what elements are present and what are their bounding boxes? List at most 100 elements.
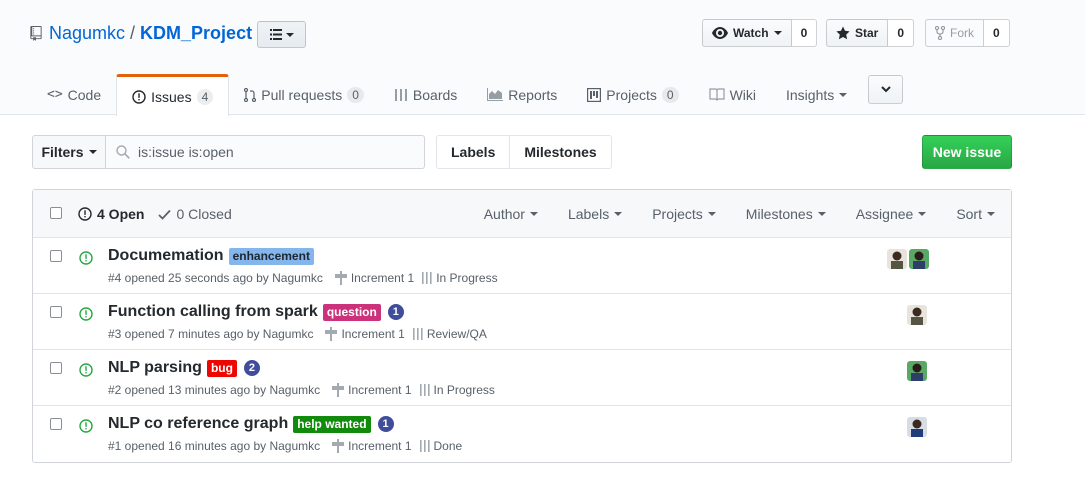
- milestone-icon: [332, 439, 345, 453]
- tab-issues[interactable]: Issues 4: [116, 74, 230, 116]
- closed-issues-link[interactable]: 0 Closed: [158, 206, 232, 222]
- issue-milestone[interactable]: Increment 1: [334, 271, 415, 285]
- fork-label: Fork: [950, 26, 974, 40]
- filter-menus: Author Labels Projects Milestones Assign…: [484, 206, 995, 222]
- repo-owner-link[interactable]: Nagumkc: [49, 23, 125, 44]
- open-issues-link[interactable]: 4 Open: [78, 206, 144, 222]
- assignees: [907, 305, 927, 325]
- tab-label: Code: [67, 86, 102, 103]
- repo-name-link[interactable]: KDM_Project: [140, 23, 252, 44]
- avatar[interactable]: [907, 361, 927, 381]
- issue-label[interactable]: enhancement: [228, 247, 314, 265]
- issue-project-column[interactable]: Review/QA: [412, 327, 487, 341]
- issue-project-column[interactable]: In Progress: [419, 383, 495, 397]
- project-icon: [587, 87, 602, 102]
- select-all-checkbox[interactable]: [50, 207, 62, 219]
- assignee-filter[interactable]: Assignee: [856, 206, 927, 222]
- issue-title-wrap: NLP parsing bug 2: [108, 359, 260, 377]
- milestone-label: Increment 1: [348, 439, 412, 453]
- issue-opened-icon: [79, 251, 93, 265]
- issue-opened-icon: [132, 89, 146, 104]
- labels-link[interactable]: Labels: [437, 136, 509, 168]
- issue-project-column[interactable]: Done: [419, 439, 462, 453]
- issue-label[interactable]: help wanted: [293, 415, 371, 433]
- project-column-icon: [412, 328, 423, 340]
- menu-label: Projects: [652, 206, 703, 222]
- issue-title-link[interactable]: Function calling from spark: [108, 303, 318, 321]
- sort-menu[interactable]: Sort: [956, 206, 995, 222]
- new-issue-button[interactable]: New issue: [922, 135, 1012, 169]
- projects-counter: 0: [661, 86, 679, 103]
- issue-states: 4 Open 0 Closed: [78, 206, 232, 222]
- tab-projects[interactable]: Projects 0: [572, 74, 693, 115]
- watch-button[interactable]: Watch: [702, 19, 792, 47]
- issue-milestone[interactable]: Increment 1: [332, 439, 412, 453]
- issue-label[interactable]: bug: [206, 359, 237, 377]
- issue-project-column[interactable]: In Progress: [422, 271, 498, 285]
- filters-button[interactable]: Filters: [32, 135, 106, 169]
- issue-title-wrap: NLP co reference graph help wanted 1: [108, 415, 394, 433]
- book-icon: [708, 88, 725, 101]
- chevron-down-icon: [88, 150, 97, 154]
- tab-insights[interactable]: Insights: [771, 74, 862, 115]
- star-count[interactable]: 0: [888, 19, 915, 47]
- issues-counter: 4: [196, 88, 214, 105]
- issue-milestone[interactable]: Increment 1: [325, 327, 405, 341]
- issue-checkbox[interactable]: [50, 362, 62, 374]
- milestone-label: Increment 1: [350, 271, 415, 285]
- issue-row: NLP parsing bug 2 #2 opened 13 minutes a…: [33, 350, 1011, 406]
- star-button[interactable]: Star: [826, 19, 889, 47]
- comment-count-badge[interactable]: 2: [243, 360, 260, 376]
- issue-meta: #3 opened 7 minutes ago by Nagumkc Incre…: [108, 327, 487, 341]
- avatar[interactable]: [887, 249, 907, 269]
- project-column-label: In Progress: [433, 383, 495, 397]
- author-filter[interactable]: Author: [484, 206, 538, 222]
- comment-count-badge[interactable]: 1: [387, 304, 404, 320]
- comment-count-badge[interactable]: 1: [377, 416, 394, 432]
- project-column-icon: [422, 272, 432, 284]
- issue-checkbox[interactable]: [50, 418, 62, 430]
- chevron-down-icon: [529, 212, 538, 216]
- milestones-link[interactable]: Milestones: [509, 136, 610, 168]
- pull-requests-counter: 0: [347, 86, 364, 103]
- issue-title-link[interactable]: NLP co reference graph: [108, 415, 288, 433]
- menu-label: Author: [483, 206, 525, 222]
- milestones-filter[interactable]: Milestones: [746, 206, 826, 222]
- issue-milestone[interactable]: Increment 1: [332, 383, 412, 397]
- milestone-icon: [334, 271, 347, 285]
- issue-label[interactable]: question: [322, 303, 381, 321]
- issue-checkbox[interactable]: [50, 306, 62, 318]
- repo-list-menu-button[interactable]: [257, 21, 306, 48]
- issue-row: Documemation enhancement #4 opened 25 se…: [33, 238, 1011, 294]
- issue-opened-icon: [79, 307, 93, 321]
- repo-icon: [30, 25, 42, 41]
- tab-reports[interactable]: Reports: [472, 74, 572, 115]
- more-options-button[interactable]: [868, 75, 903, 104]
- open-count-label: 4 Open: [97, 206, 145, 222]
- tab-label: Reports: [508, 86, 558, 103]
- assignees: [907, 361, 927, 381]
- projects-filter[interactable]: Projects: [652, 206, 716, 222]
- tab-boards[interactable]: Boards: [379, 74, 472, 115]
- issue-checkbox[interactable]: [50, 250, 62, 262]
- tab-code[interactable]: <> Code: [32, 74, 116, 115]
- issue-opened-by: #4 opened 25 seconds ago by Nagumkc: [108, 271, 323, 285]
- tab-label: Boards: [412, 86, 458, 103]
- labels-milestones-nav: Labels Milestones: [436, 135, 612, 169]
- filters-label: Filters: [41, 144, 84, 160]
- search-input[interactable]: [138, 144, 388, 160]
- repo-title: Nagumkc / KDM_Project: [30, 20, 252, 46]
- avatar[interactable]: [907, 305, 927, 325]
- path-divider: /: [130, 22, 136, 43]
- tab-pull-requests[interactable]: Pull requests 0: [229, 74, 379, 115]
- issues-list-header: 4 Open 0 Closed Author Labels Projects M…: [33, 190, 1011, 238]
- avatar[interactable]: [909, 249, 929, 269]
- labels-filter[interactable]: Labels: [568, 206, 623, 222]
- menu-label: Sort: [956, 206, 982, 222]
- issue-title-link[interactable]: NLP parsing: [108, 359, 202, 377]
- watch-count[interactable]: 0: [791, 19, 818, 47]
- avatar[interactable]: [907, 417, 927, 437]
- tab-wiki[interactable]: Wiki: [694, 74, 771, 115]
- issue-opened-icon: [79, 419, 93, 433]
- issue-title-link[interactable]: Documemation: [108, 247, 224, 265]
